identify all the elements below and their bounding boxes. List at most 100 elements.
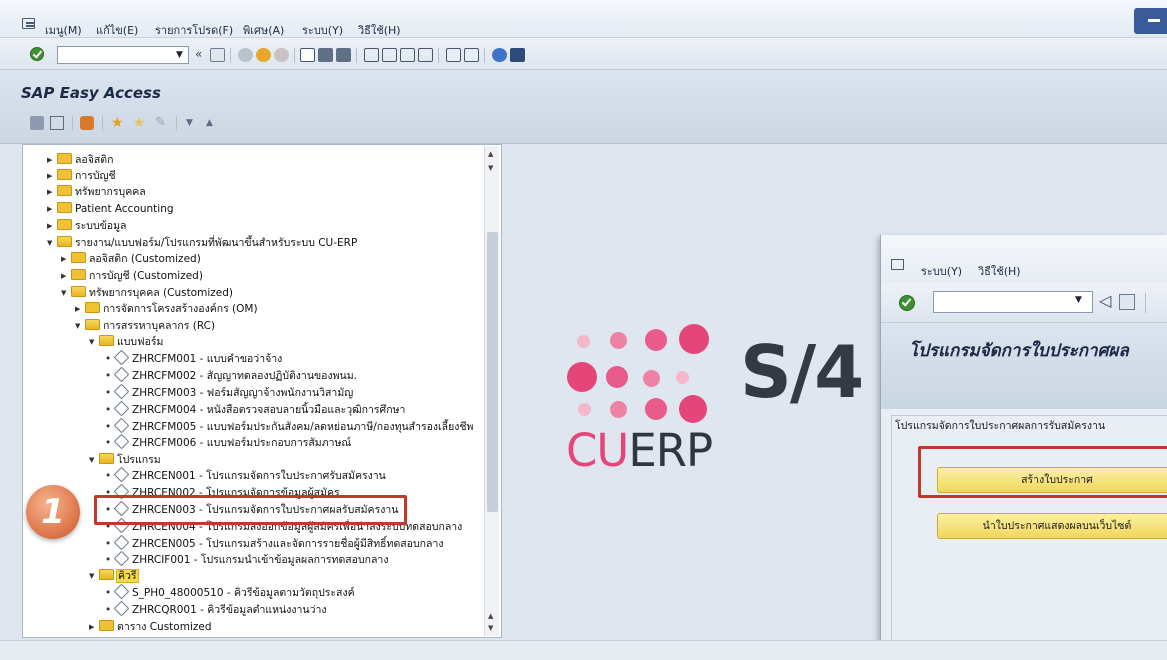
new-session-icon[interactable] xyxy=(446,48,461,62)
collapse-arrow-icon[interactable]: ▼ xyxy=(61,285,71,301)
tree-node[interactable]: ▼ คิวรี xyxy=(89,568,139,584)
enter-icon[interactable] xyxy=(899,295,915,311)
tree-node[interactable]: ▶ ระบบข้อมูล xyxy=(47,218,126,234)
menu-item-menu[interactable]: เมนู(M) xyxy=(45,21,82,39)
collapse-toolbar-icon[interactable]: ◁ xyxy=(1099,291,1111,310)
tree-node[interactable]: ▼ โปรแกรม xyxy=(89,452,161,468)
save-icon[interactable] xyxy=(210,48,225,62)
tree-node[interactable]: ▼ แบบฟอร์ม xyxy=(89,334,163,350)
expand-arrow-icon[interactable]: ▶ xyxy=(61,251,71,267)
expand-arrow-icon[interactable]: ▶ xyxy=(47,218,57,234)
sap-menu-icon[interactable] xyxy=(50,116,64,130)
scroll-down-icon[interactable]: ▼ xyxy=(488,624,493,632)
help-icon[interactable] xyxy=(492,48,507,62)
other-menu-icon[interactable] xyxy=(80,116,94,130)
user-menu-icon[interactable] xyxy=(30,116,44,130)
change-favorites-icon[interactable]: ✎ xyxy=(155,116,169,130)
tree-node[interactable]: ▶ การบัญชี xyxy=(47,168,116,184)
overlay-toolbar: ▼ ◁ xyxy=(881,283,1167,323)
tree-node[interactable]: ▶ ตาราง Customized xyxy=(89,619,212,635)
enter-icon[interactable] xyxy=(30,47,44,61)
shortcut-icon[interactable] xyxy=(464,48,479,62)
tree-node[interactable]: ▶ การจัดการโครงสร้างองค์กร (OM) xyxy=(75,301,258,317)
tree-leaf[interactable]: • S_PH0_48000510 - คิวรีข้อมูลตามวัตถุประ… xyxy=(105,583,355,601)
collapse-arrow-icon[interactable]: ▼ xyxy=(47,235,57,251)
erp-text: ERP xyxy=(628,424,713,477)
tree-leaf[interactable]: • ZHRCIF001 - โปรแกรมนำเข้าข้อมูลผลการทดส… xyxy=(105,550,388,568)
menu-icon[interactable] xyxy=(22,18,35,29)
tree-leaf[interactable]: • ZHRCFM002 - สัญญาทดลองปฏิบัติงานของพนม. xyxy=(105,366,357,384)
cuerp-logo-text: CUERP xyxy=(566,424,713,477)
scroll-up-icon[interactable]: ▲ xyxy=(488,150,493,158)
menu-item-favorites[interactable]: รายการโปรด(F) xyxy=(155,21,233,39)
move-down-icon[interactable]: ▼ xyxy=(186,116,200,130)
expand-arrow-icon[interactable]: ▶ xyxy=(61,268,71,284)
collapse-arrow-icon[interactable]: ▼ xyxy=(89,568,99,584)
back-icon[interactable] xyxy=(238,48,253,62)
minimize-button[interactable] xyxy=(1134,8,1167,34)
tree-scrollbar[interactable]: ▲ ▼ ▲ ▼ xyxy=(484,146,499,636)
tree-leaf[interactable]: • ZHRCEN001 - โปรแกรมจัดการใบประกาศรับสมั… xyxy=(105,466,386,484)
find-icon[interactable] xyxy=(318,48,333,62)
menu-item-extras[interactable]: พิเศษ(A) xyxy=(243,21,284,39)
tree-node[interactable]: ▶ ลอจิสติก xyxy=(47,152,113,168)
print-icon[interactable] xyxy=(300,48,315,62)
tree-node[interactable]: ▶ Patient Accounting xyxy=(47,201,174,217)
scroll-down-small-icon[interactable]: ▼ xyxy=(488,164,493,172)
scrollbar-thumb[interactable] xyxy=(487,232,498,512)
tree-node-label: คิวรี xyxy=(116,569,139,583)
expand-arrow-icon[interactable]: ▶ xyxy=(47,184,57,200)
transaction-icon xyxy=(113,583,130,600)
menu-item-edit[interactable]: แก้ไข(E) xyxy=(96,21,138,39)
collapse-arrow-icon[interactable]: ▼ xyxy=(89,452,99,468)
find-next-icon[interactable] xyxy=(336,48,351,62)
menu-item-help[interactable]: วิธีใช้(H) xyxy=(978,262,1021,280)
tree-node[interactable]: ▼ รายงาน/แบบฟอร์ม/โปรแกรมที่พัฒนาขึ้นสำหร… xyxy=(47,235,357,251)
expand-arrow-icon[interactable]: ▶ xyxy=(89,619,99,635)
tree-leaf[interactable]: • ZHRCFM001 - แบบคำขอว่าจ้าง xyxy=(105,349,282,367)
layout-menu-icon[interactable] xyxy=(510,48,525,62)
collapse-arrow-icon[interactable]: ▼ xyxy=(89,334,99,350)
group-label: โปรแกรมจัดการใบประกาศผลการรับสมัครงาน xyxy=(895,420,1106,432)
tree-leaf[interactable]: • ZHRCFM005 - แบบฟอร์มประกันสังคม/ลดหย่อน… xyxy=(105,417,473,435)
add-favorites-icon[interactable]: ★ xyxy=(111,116,125,130)
next-page-icon[interactable] xyxy=(400,48,415,62)
chevron-down-icon[interactable]: ▼ xyxy=(1075,295,1082,305)
expand-arrow-icon[interactable]: ▶ xyxy=(47,201,57,217)
tree-leaf[interactable]: • ZHRCFM006 - แบบฟอร์มประกอบการสัมภาษณ์ xyxy=(105,433,351,451)
tree-node-label: ระบบข้อมูล xyxy=(75,220,127,232)
menu-item-system[interactable]: ระบบ(Y) xyxy=(302,21,343,39)
move-up-icon[interactable]: ▲ xyxy=(206,116,220,130)
collapse-arrow-icon[interactable]: ▼ xyxy=(75,318,85,334)
expand-arrow-icon[interactable]: ▶ xyxy=(75,301,85,317)
tree-node[interactable]: ▼ ทรัพยากรบุคคล (Customized) xyxy=(61,285,233,301)
tree-node[interactable]: ▶ ทรัพยากรบุคคล xyxy=(47,184,146,200)
command-field[interactable] xyxy=(933,291,1093,313)
menu-item-help[interactable]: วิธีใช้(H) xyxy=(358,21,401,39)
first-page-icon[interactable] xyxy=(364,48,379,62)
publish-website-button[interactable]: นำใบประกาศแสดงผลบนเว็บไซต์ xyxy=(937,513,1167,539)
scroll-up-bottom-icon[interactable]: ▲ xyxy=(488,612,493,620)
open-folder-icon xyxy=(99,335,114,346)
save-icon[interactable] xyxy=(1119,294,1135,310)
folder-icon xyxy=(57,153,72,164)
tree-leaf[interactable]: • ZHRCFM004 - หนังสือตรวจสอบลายนิ้วมือและ… xyxy=(105,400,405,418)
delete-favorites-icon[interactable]: ★ xyxy=(133,116,147,130)
menu-item-system[interactable]: ระบบ(Y) xyxy=(921,262,962,280)
expand-arrow-icon[interactable]: ▶ xyxy=(47,168,57,184)
tree-node[interactable]: ▶ ลอจิสติก (Customized) xyxy=(61,251,201,267)
tree-node[interactable]: ▶ การบัญชี (Customized) xyxy=(61,268,203,284)
menu-icon[interactable] xyxy=(891,259,904,270)
expand-arrow-icon[interactable]: ▶ xyxy=(47,152,57,168)
tree-node-label: การบัญชี (Customized) xyxy=(89,270,203,282)
tree-leaf[interactable]: • ZHRCEN005 - โปรแกรมสร้างและจัดการรายชื่… xyxy=(105,534,443,552)
chevron-down-icon[interactable]: ▼ xyxy=(170,46,189,64)
last-page-icon[interactable] xyxy=(418,48,433,62)
cancel-icon[interactable] xyxy=(274,48,289,62)
exit-icon[interactable] xyxy=(256,48,271,62)
previous-page-icon[interactable] xyxy=(382,48,397,62)
tree-node[interactable]: ▼ การสรรหาบุคลากร (RC) xyxy=(75,318,215,334)
tree-leaf[interactable]: • ZHRCQR001 - คิวรีข้อมูลตำแหน่งงานว่าง xyxy=(105,600,327,618)
tree-leaf[interactable]: • ZHRCFM003 - ฟอร์มสัญญาจ้างพนักงานวิสามั… xyxy=(105,383,353,401)
collapse-toolbar-icon[interactable]: « xyxy=(195,47,202,61)
